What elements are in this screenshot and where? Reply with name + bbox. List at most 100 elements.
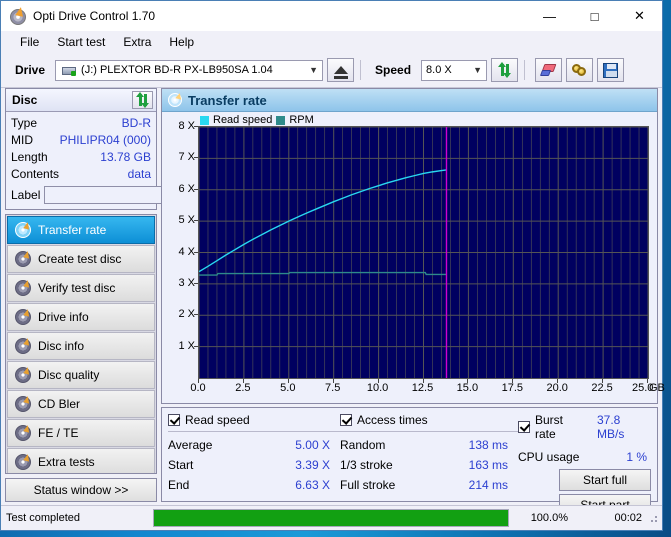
refresh-icon [497,62,513,78]
toolbar-divider [360,60,362,80]
sidebar-item-create-test-disc[interactable]: Create test disc [7,245,155,273]
disc-panel: Disc Type BD-R MID PHILIPR04 (000) Lengt… [5,88,220,210]
result-key: Start [168,458,194,472]
x-axis-tick-label: 20.0 [546,382,568,394]
sidebar-item-label: Disc info [38,339,85,353]
result-key: CPU usage [518,450,580,464]
sidebar-item-transfer-rate[interactable]: Transfer rate [7,216,155,244]
read-speed-title: Read speed [185,413,250,427]
chart-plot-area[interactable] [198,126,649,379]
menu-help[interactable]: Help [160,33,203,51]
y-axis-tick-label: 5 X [178,214,195,227]
chart-panel: Transfer rate Read speed RPM 1 X 2 X 3 X 4 … [161,88,665,404]
x-axis-tick-label: 15.0 [456,382,479,394]
menu-extra[interactable]: Extra [114,33,160,51]
speed-select[interactable]: 8.0 X ▼ [421,59,488,81]
y-axis-tick [194,157,198,159]
result-key: Full stroke [340,478,396,492]
x-axis-tick [557,379,559,383]
right-column: Transfer rate Read speed RPM 1 X 2 X 3 X 4 … [161,88,665,516]
x-axis-tick [287,379,289,383]
result-value: 1 % [626,450,647,464]
chevron-down-icon: ▼ [473,65,482,75]
sidebar-item-label: FE / TE [38,426,79,440]
legend-label-rpm: RPM [289,114,314,126]
disc-icon [15,222,31,238]
erase-disc-icon [539,63,557,77]
x-axis-tick [512,379,514,383]
disc-row-value: 13.78 GB [100,150,151,164]
disc-refresh-button[interactable] [132,91,153,109]
disc-icon [15,309,31,325]
result-key: Random [340,438,386,452]
access-times-checkbox[interactable] [340,414,352,426]
status-window-button[interactable]: Status window >> [5,478,157,502]
disc-row-key: Type [11,116,38,130]
divider [340,431,518,432]
sidebar-item-disc-info[interactable]: Disc info [7,332,155,360]
x-axis-tick-label: 0.0 [190,382,206,394]
x-axis-unit-label: GB [649,382,665,394]
x-axis-tick [647,379,648,383]
menu-start-test[interactable]: Start test [48,33,114,51]
eject-button[interactable] [327,58,355,82]
disc-label-key: Label [11,188,41,202]
result-row-average: Average 5.00 X [168,435,340,455]
drive-label: Drive [15,63,46,77]
sidebar-item-disc-quality[interactable]: Disc quality [7,361,155,389]
burst-rate-header: Burst rate 37.8 MB/s [518,413,651,441]
progress-fill [154,510,508,526]
bitsetting-icon [571,63,588,77]
y-axis-tick-label: 6 X [178,182,195,195]
result-value: 5.00 X [295,438,330,452]
y-axis-tick [194,314,198,316]
disc-panel-header: Disc [6,89,156,112]
y-axis-tick [194,188,198,190]
speed-value: 8.0 X [426,64,452,76]
maximize-button[interactable]: □ [572,1,617,31]
sidebar-item-extra-tests[interactable]: Extra tests [7,448,155,473]
result-key: Average [168,438,213,452]
sidebar-item-verify-test-disc[interactable]: Verify test disc [7,274,155,302]
drive-select[interactable]: (J:) PLEXTOR BD-R PX-LB950SA 1.04 ▼ [55,59,324,81]
x-axis-tick [198,379,199,383]
x-axis-tick-label: 2.5 [235,382,251,394]
start-full-button[interactable]: Start full [559,469,651,491]
disc-icon [168,93,182,107]
window-controls: — □ ✕ [527,1,662,31]
sidebar-item-label: CD Bler [38,397,81,411]
results-burst-rate: Burst rate 37.8 MB/s CPU usage 1 % Start… [518,413,651,516]
disc-panel-title: Disc [12,93,38,107]
chart-legend: Read speed RPM [200,114,314,126]
legend-swatch-rpm [276,115,286,125]
chart-panel-title: Transfer rate [188,92,267,108]
menu-file[interactable]: File [11,33,48,51]
x-axis-tick [242,379,244,383]
bitsetting-button[interactable] [566,58,594,82]
erase-disc-button[interactable] [535,58,563,82]
x-axis-tick [422,379,424,383]
disc-row-value: data [127,167,151,181]
sidebar-item-label: Transfer rate [38,223,107,237]
minimize-button[interactable]: — [527,1,572,31]
result-row-start: Start 3.39 X [168,455,340,475]
result-row-end: End 6.63 X [168,475,340,495]
read-speed-checkbox[interactable] [168,414,180,426]
disc-row-type: Type BD-R [11,115,151,132]
save-button[interactable] [597,58,625,82]
close-button[interactable]: ✕ [617,1,662,31]
sidebar-item-fe-te[interactable]: FE / TE [7,419,155,447]
resize-grip-icon[interactable] [647,512,659,524]
read-speed-header: Read speed [168,413,340,427]
x-axis-tick-label: 17.5 [501,382,524,394]
sidebar-item-cd-bler[interactable]: CD Bler [7,390,155,418]
burst-rate-checkbox[interactable] [518,421,530,433]
drive-icon [62,64,77,77]
disc-info-list: Type BD-R MID PHILIPR04 (000) Length 13.… [6,112,220,209]
chart-panel-header: Transfer rate [162,89,657,112]
result-value: 163 ms [468,458,508,472]
results-panel: Read speed Average 5.00 X Start 3.39 X E… [161,407,658,516]
refresh-button[interactable] [491,58,519,82]
x-axis-tick-label: 22.5 [591,382,613,394]
sidebar-item-drive-info[interactable]: Drive info [7,303,155,331]
